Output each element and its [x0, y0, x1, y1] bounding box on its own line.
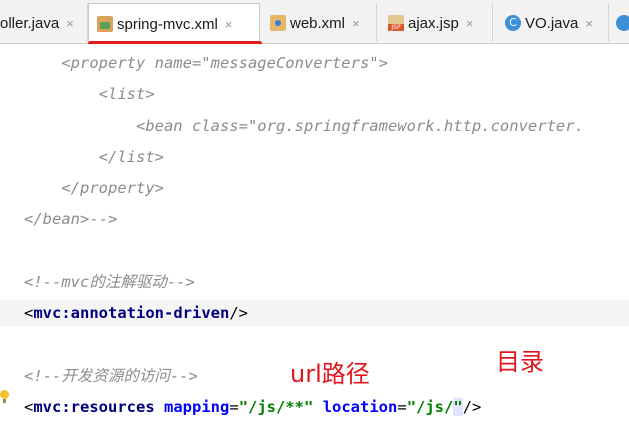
annotation-url-path: url路径 — [290, 360, 370, 388]
editor-tab-bar: oller.java × spring-mvc.xml × web.xml × … — [0, 0, 629, 44]
close-icon[interactable]: × — [352, 16, 360, 31]
close-icon[interactable]: × — [585, 16, 593, 31]
java-class-icon: C — [505, 15, 521, 31]
tab-label: ajax.jsp — [408, 14, 459, 32]
tab-spring-mvc-xml[interactable]: spring-mvc.xml × — [88, 3, 260, 44]
tab-ajax-jsp[interactable]: ajax.jsp × — [380, 4, 493, 42]
tab-label: spring-mvc.xml — [117, 15, 218, 33]
code-line: </bean>--> — [24, 210, 118, 228]
tab-vo-java[interactable]: C VO.java × — [497, 4, 609, 42]
xml-file-icon — [97, 16, 113, 32]
web-xml-icon — [270, 15, 286, 31]
tab-controller-java[interactable]: oller.java × — [0, 4, 88, 42]
tab-web-xml[interactable]: web.xml × — [262, 4, 377, 42]
code-line: <bean class="org.springframework.http.co… — [135, 117, 584, 135]
code-line: <property name="messageConverters"> — [61, 54, 388, 72]
annotation-directory: 目录 — [496, 348, 544, 376]
code-editor[interactable]: <property name="messageConverters"> <lis… — [0, 44, 629, 438]
tab-label: web.xml — [290, 14, 346, 32]
close-icon[interactable]: × — [66, 16, 74, 31]
close-icon[interactable]: × — [225, 17, 233, 32]
code-line: <list> — [98, 85, 155, 103]
tab-label: oller.java — [0, 14, 60, 32]
jsp-file-icon — [388, 15, 404, 31]
code-line: </property> — [61, 179, 164, 197]
tab-overflow[interactable] — [612, 4, 629, 42]
code-line: </list> — [98, 148, 164, 166]
close-icon[interactable]: × — [466, 16, 474, 31]
comment-annotation-driven: <!--mvc的注解驱动--> — [24, 273, 195, 291]
code-line-resources: <mvc:resources mapping="/js/**" location… — [24, 398, 482, 416]
code-line-annotation-driven: <mvc:annotation-driven/> — [0, 300, 629, 326]
tab-label: VO.java — [525, 14, 579, 32]
java-class-icon — [616, 15, 629, 31]
